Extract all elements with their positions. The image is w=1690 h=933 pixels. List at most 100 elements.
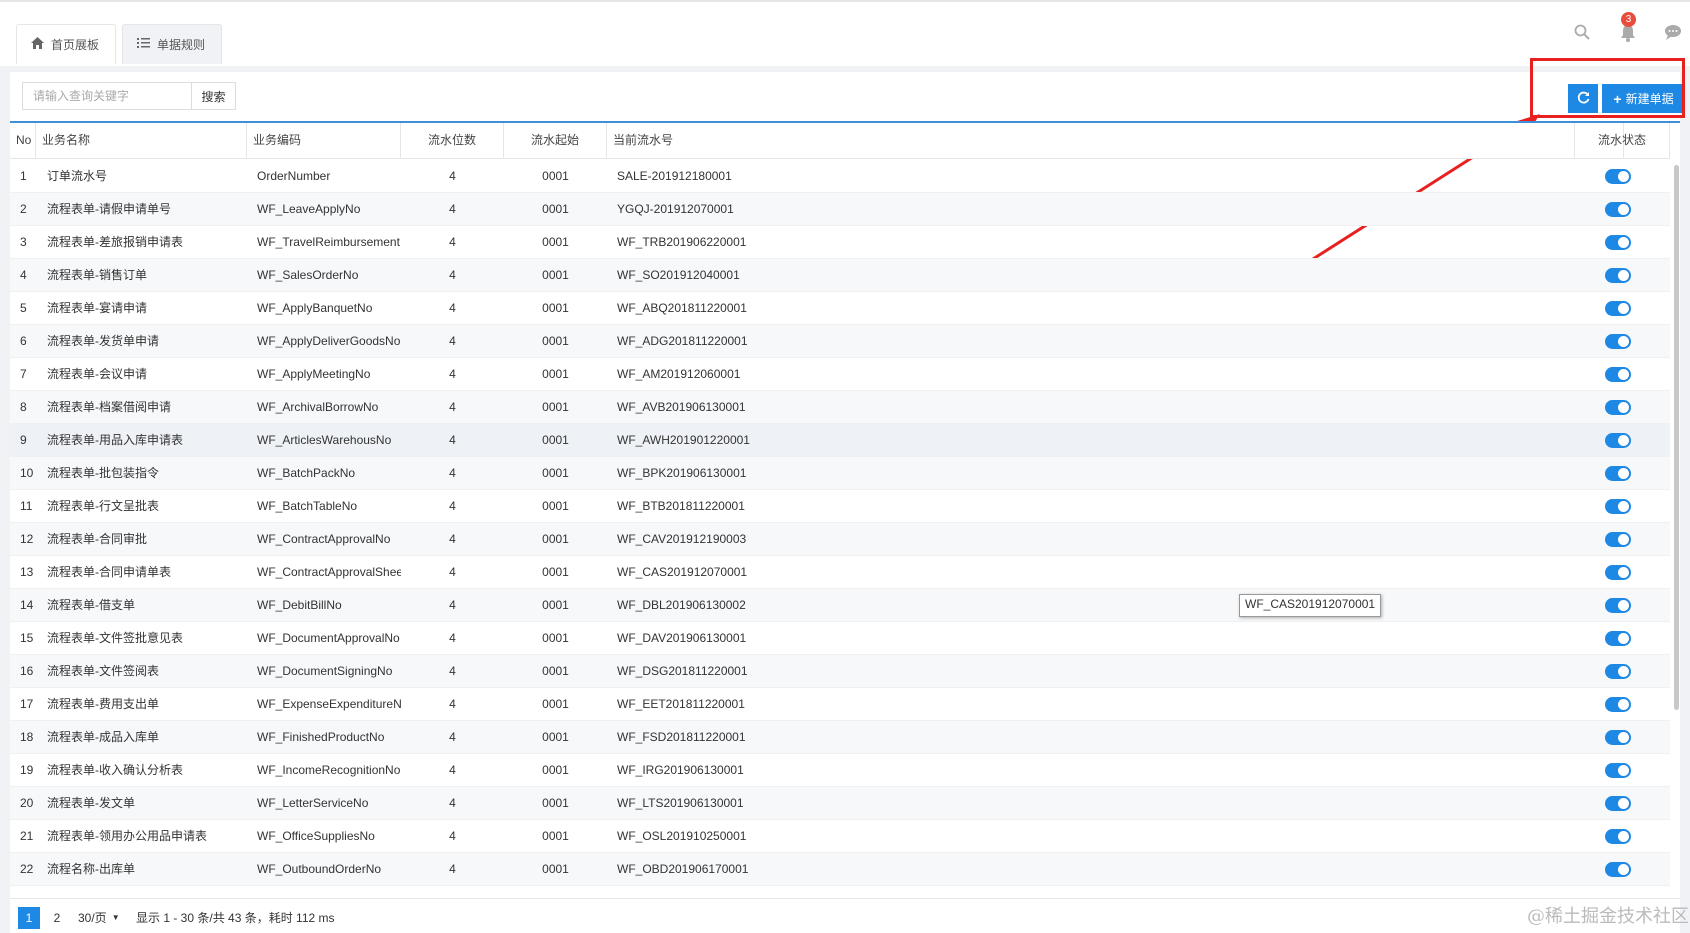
table-row[interactable]: 14 流程表单-借支单 WF_DebitBillNo 4 0001 WF_DBL…	[10, 589, 1670, 622]
table-row[interactable]: 7 流程表单-会议申请 WF_ApplyMeetingNo 4 0001 WF_…	[10, 358, 1670, 391]
search-icon[interactable]	[1574, 24, 1590, 43]
cell-digits: 4	[449, 268, 456, 282]
cell-digits: 4	[449, 598, 456, 612]
table-row[interactable]: 11 流程表单-行文呈批表 WF_BatchTableNo 4 0001 WF_…	[10, 490, 1670, 523]
status-toggle[interactable]	[1605, 763, 1631, 778]
column-header-no[interactable]: No	[10, 123, 36, 158]
status-toggle[interactable]	[1605, 301, 1631, 316]
status-toggle[interactable]	[1605, 730, 1631, 745]
status-toggle[interactable]	[1605, 268, 1631, 283]
bell-icon[interactable]	[1620, 24, 1636, 45]
status-toggle[interactable]	[1605, 499, 1631, 514]
status-toggle[interactable]	[1605, 697, 1631, 712]
cell-name: 流程表单-用品入库申请表	[47, 433, 183, 447]
column-header-code[interactable]: 业务编码	[247, 123, 401, 158]
cell-no: 18	[20, 730, 34, 744]
status-toggle[interactable]	[1605, 235, 1631, 250]
status-toggle[interactable]	[1605, 433, 1631, 448]
column-header-start[interactable]: 流水起始	[504, 123, 607, 158]
table-row[interactable]: 5 流程表单-宴请申请 WF_ApplyBanquetNo 4 0001 WF_…	[10, 292, 1670, 325]
column-header-digits[interactable]: 流水位数	[401, 123, 504, 158]
table-row[interactable]: 20 流程表单-发文单 WF_LetterServiceNo 4 0001 WF…	[10, 787, 1670, 820]
status-toggle[interactable]	[1605, 598, 1631, 613]
cell-name: 流程表单-档案借阅申请	[47, 400, 171, 414]
cell-start: 0001	[542, 730, 569, 744]
table-row[interactable]: 16 流程表单-文件签阅表 WF_DocumentSigningNo 4 000…	[10, 655, 1670, 688]
column-header-status[interactable]: 流水状态	[1574, 123, 1670, 158]
tab-home[interactable]: 首页展板	[16, 24, 116, 64]
status-toggle[interactable]	[1605, 829, 1631, 844]
cell-current: WF_DBL201906130002	[617, 598, 746, 612]
cell-no: 5	[20, 301, 27, 315]
cell-start: 0001	[542, 532, 569, 546]
chat-icon[interactable]	[1664, 24, 1682, 43]
table-row[interactable]: 9 流程表单-用品入库申请表 WF_ArticlesWarehousNo 4 0…	[10, 424, 1670, 457]
cell-start: 0001	[542, 862, 569, 876]
table-row[interactable]: 18 流程表单-成品入库单 WF_FinishedProductNo 4 000…	[10, 721, 1670, 754]
table-row[interactable]: 22 流程名称-出库单 WF_OutboundOrderNo 4 0001 WF…	[10, 853, 1670, 886]
table-row[interactable]: 19 流程表单-收入确认分析表 WF_IncomeRecognitionNo 4…	[10, 754, 1670, 787]
status-toggle[interactable]	[1605, 565, 1631, 580]
cell-no: 22	[20, 862, 34, 876]
table-row[interactable]: 4 流程表单-销售订单 WF_SalesOrderNo 4 0001 WF_SO…	[10, 259, 1670, 292]
cell-code: WF_DocumentApprovalNo	[257, 631, 400, 645]
cell-current: WF_BTB201811220001	[617, 499, 745, 513]
table-row[interactable]: 6 流程表单-发货单申请 WF_ApplyDeliverGoodsNo 4 00…	[10, 325, 1670, 358]
cell-start: 0001	[542, 202, 569, 216]
cell-current: WF_OSL201910250001	[617, 829, 747, 843]
status-toggle[interactable]	[1605, 796, 1631, 811]
page-size-select[interactable]: 30/页 ▼	[78, 907, 120, 929]
table-row[interactable]: 21 流程表单-领用办公用品申请表 WF_OfficeSuppliesNo 4 …	[10, 820, 1670, 853]
search-input[interactable]	[22, 82, 192, 110]
cell-no: 3	[20, 235, 27, 249]
vertical-scrollbar[interactable]	[1674, 165, 1679, 710]
status-toggle[interactable]	[1605, 664, 1631, 679]
cell-name: 流程表单-差旅报销申请表	[47, 235, 183, 249]
status-toggle[interactable]	[1605, 334, 1631, 349]
cell-no: 19	[20, 763, 34, 777]
status-toggle[interactable]	[1605, 169, 1631, 184]
status-toggle[interactable]	[1605, 862, 1631, 877]
cell-digits: 4	[449, 235, 456, 249]
table-row[interactable]: 15 流程表单-文件签批意见表 WF_DocumentApprovalNo 4 …	[10, 622, 1670, 655]
cell-name: 流程名称-出库单	[47, 862, 135, 876]
page-2-button[interactable]: 2	[50, 907, 64, 929]
table-row[interactable]: 8 流程表单-档案借阅申请 WF_ArchivalBorrowNo 4 0001…	[10, 391, 1670, 424]
table-row[interactable]: 10 流程表单-批包装指令 WF_BatchPackNo 4 0001 WF_B…	[10, 457, 1670, 490]
cell-current: YGQJ-201912070001	[617, 202, 734, 216]
table-row[interactable]: 17 流程表单-费用支出单 WF_ExpenseExpenditureNo 4 …	[10, 688, 1670, 721]
cell-digits: 4	[449, 466, 456, 480]
status-toggle[interactable]	[1605, 532, 1631, 547]
cell-code: WF_ArticlesWarehousNo	[257, 433, 392, 447]
cell-current: WF_AVB201906130001	[617, 400, 746, 414]
table-row[interactable]: 13 流程表单-合同申请单表 WF_ContractApprovalSheet …	[10, 556, 1670, 589]
cell-digits: 4	[449, 796, 456, 810]
table-row[interactable]: 2 流程表单-请假申请单号 WF_LeaveApplyNo 4 0001 YGQ…	[10, 193, 1670, 226]
cell-code: WF_ContractApprovalNo	[257, 532, 391, 546]
page-1-button[interactable]: 1	[18, 907, 40, 929]
pagination-summary: 显示 1 - 30 条/共 43 条，耗时 112 ms	[136, 911, 335, 925]
tab-document-rules[interactable]: 单据规则	[122, 24, 222, 64]
status-toggle[interactable]	[1605, 466, 1631, 481]
cell-code: WF_DebitBillNo	[257, 598, 342, 612]
table-row[interactable]: 12 流程表单-合同审批 WF_ContractApprovalNo 4 000…	[10, 523, 1670, 556]
cell-digits: 4	[449, 829, 456, 843]
status-toggle[interactable]	[1605, 631, 1631, 646]
status-toggle[interactable]	[1605, 202, 1631, 217]
cell-name: 流程表单-批包装指令	[47, 466, 159, 480]
column-header-name[interactable]: 业务名称	[36, 123, 247, 158]
cell-code: OrderNumber	[257, 169, 331, 183]
table-row[interactable]: 3 流程表单-差旅报销申请表 WF_TravelReimbursement 4 …	[10, 226, 1670, 259]
search-button[interactable]: 搜索	[191, 82, 236, 110]
cell-start: 0001	[542, 565, 569, 579]
table-row[interactable]: 1 订单流水号 OrderNumber 4 0001 SALE-20191218…	[10, 160, 1670, 193]
cell-no: 16	[20, 664, 34, 678]
cell-current: WF_DAV201906130001	[617, 631, 747, 645]
cell-no: 13	[20, 565, 34, 579]
cell-no: 15	[20, 631, 34, 645]
cell-start: 0001	[542, 631, 569, 645]
column-header-current[interactable]: 当前流水号	[607, 123, 1624, 158]
status-toggle[interactable]	[1605, 400, 1631, 415]
cell-current: WF_OBD201906170001	[617, 862, 749, 876]
status-toggle[interactable]	[1605, 367, 1631, 382]
